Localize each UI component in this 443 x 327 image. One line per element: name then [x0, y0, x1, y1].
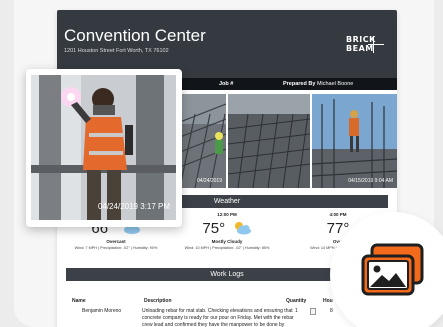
site-photo-thumbnail[interactable]: 04/24/2019 — [175, 94, 226, 188]
photo-timestamp-3: 04/15/2019 9:04 AM — [348, 178, 393, 184]
job-number-label: Job # — [219, 81, 234, 87]
partly-cloudy-icon — [234, 221, 251, 234]
weather-temp: 75° — [202, 220, 226, 237]
site-photo-thumbnail-2[interactable] — [228, 94, 310, 188]
photo-timestamp: 04/24/2019 — [196, 178, 222, 184]
prepared-by-name: Michael Boone — [316, 81, 354, 87]
brickbeam-logo: BRICK BEAM — [346, 35, 386, 55]
site-photo-image-2 — [228, 94, 310, 188]
log-row-description: Unloading rebar for mat slab. Checking e… — [142, 308, 294, 327]
prepared-by-label: Prepared By — [283, 81, 316, 87]
logo-line-1: BRICK — [346, 35, 376, 44]
project-title: Convention Center — [64, 26, 206, 45]
prepared-by: Prepared By Michael Boone — [283, 81, 353, 87]
weather-time: 12:00 PM — [217, 212, 237, 217]
weather-details: Wind: 7 MPH | Precipitation: .02" | Humi… — [74, 246, 158, 250]
log-row-name: Benjamin Moreno — [82, 308, 122, 314]
site-photo-image-3 — [312, 94, 397, 188]
enlarged-photo[interactable]: 04/24/2019 3:17 PM — [31, 75, 176, 220]
column-header-quantity: Quantity — [286, 298, 307, 304]
document-icon — [310, 308, 316, 315]
logo-mark-h — [368, 44, 384, 45]
weather-condition: Overcast — [106, 239, 126, 244]
site-photo-thumbnail-3[interactable]: 04/15/2019 9:04 AM — [312, 94, 397, 188]
log-row-quantity: 1 — [295, 308, 298, 314]
gallery-icon[interactable] — [360, 243, 426, 299]
enlarged-photo-timestamp: 04/24/2019 3:17 PM — [97, 202, 170, 211]
welder-photo-image — [31, 75, 176, 220]
column-header-hours: Hou — [323, 298, 333, 304]
weather-condition: Mostly Cloudy — [211, 239, 243, 244]
site-photo-image — [175, 94, 226, 188]
log-row-hours: 8 — [330, 308, 333, 314]
column-header-description: Description — [144, 298, 172, 304]
logo-line-2: BEAM — [346, 44, 374, 53]
project-address: 1201 Houston Street Fort Worth, TX 76102 — [64, 48, 169, 54]
weather-details: Wind: 10 MPH | Precipitation: .02" | Hum… — [184, 246, 270, 250]
column-header-name: Name — [72, 298, 86, 304]
weather-column-2: 12:00 PM 75° Mostly Cloudy Wind: 10 MPH … — [172, 212, 282, 262]
report-header: Convention Center 1201 Houston Street Fo… — [57, 10, 397, 78]
